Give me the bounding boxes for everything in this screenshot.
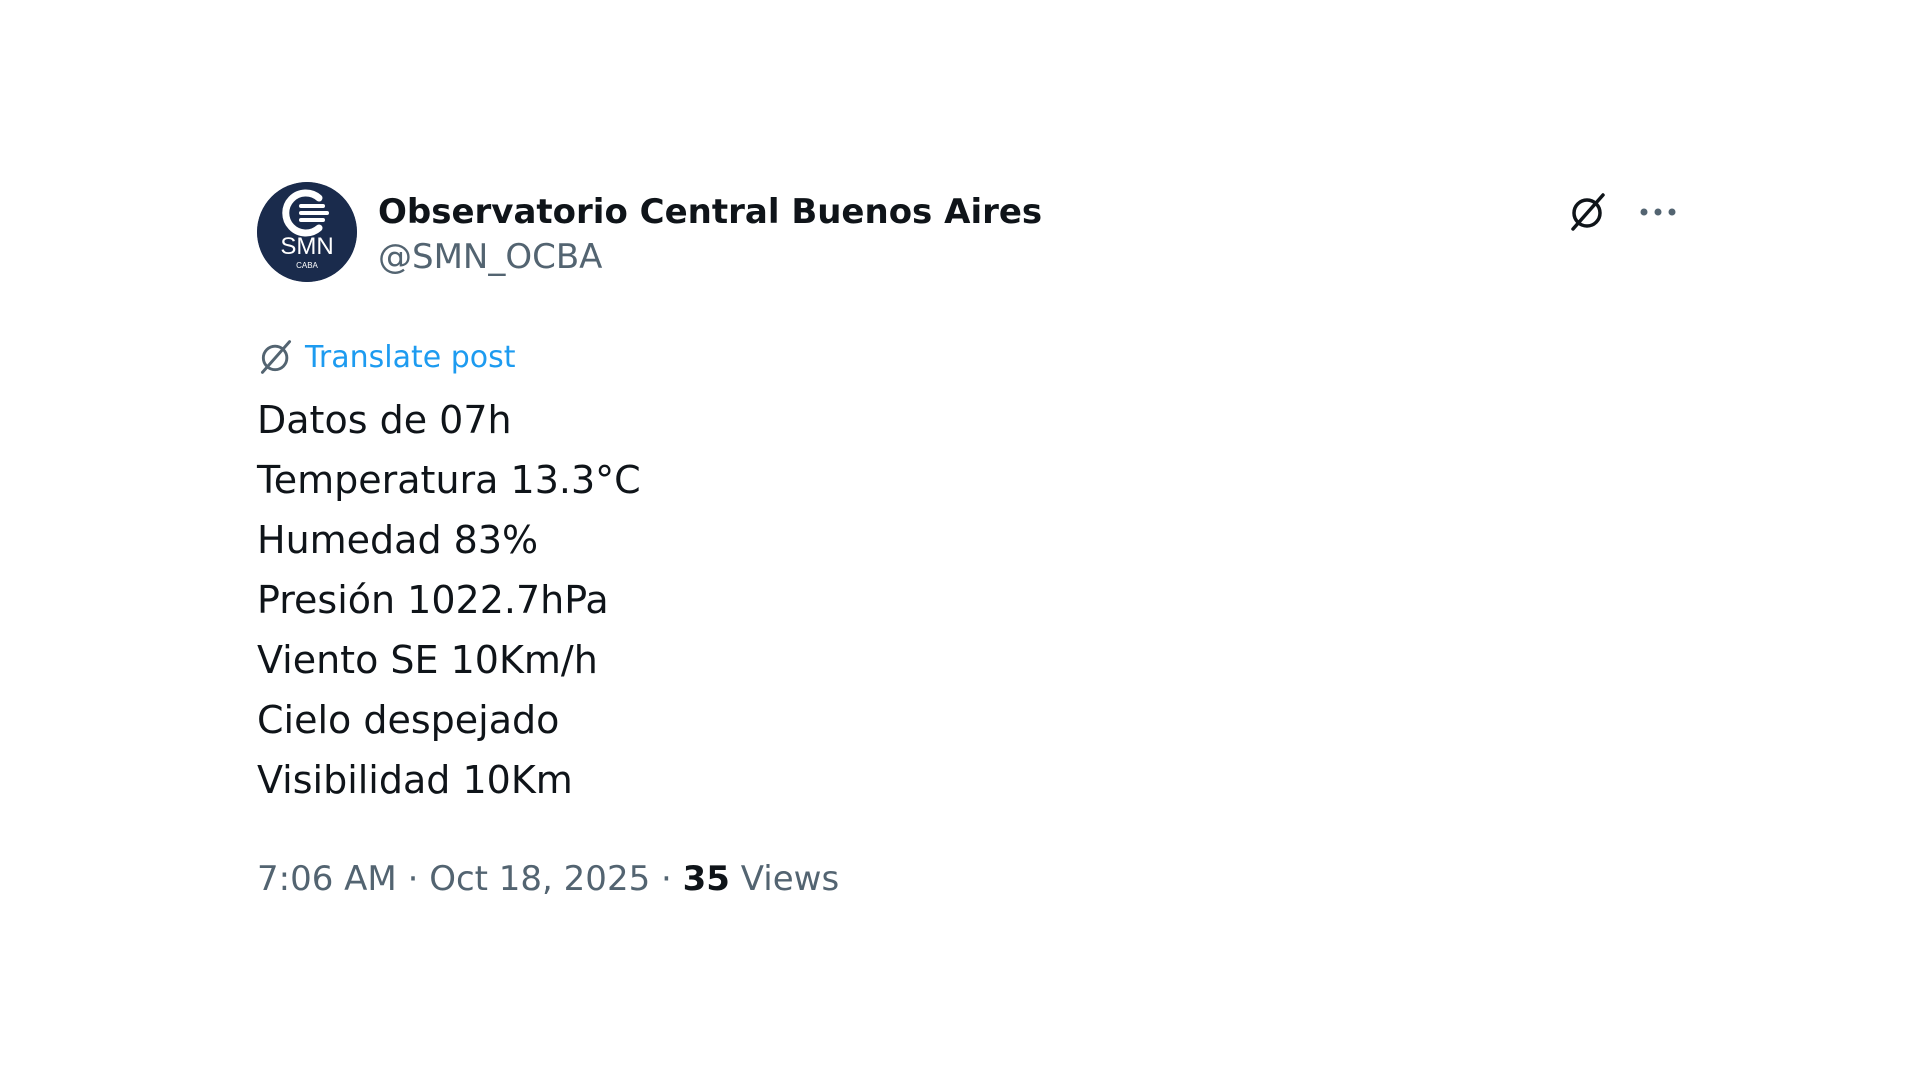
translate-post-link[interactable]: Translate post <box>305 340 516 375</box>
more-icon <box>1640 208 1676 216</box>
post-body: Datos de 07h Temperatura 13.3°C Humedad … <box>257 390 1677 810</box>
post-body-line: Viento SE 10Km/h <box>257 638 598 682</box>
header-actions <box>1563 182 1677 242</box>
post-body-line: Humedad 83% <box>257 518 539 562</box>
avatar[interactable]: SMN CABA <box>257 182 357 282</box>
post-date[interactable]: Oct 18, 2025 <box>429 859 650 899</box>
post: SMN CABA Observatorio Central Buenos Air… <box>257 182 1677 904</box>
avatar-logo-text: SMN <box>280 233 333 260</box>
grok-icon <box>1571 193 1605 231</box>
author-handle[interactable]: @SMN_OCBA <box>378 234 1042 280</box>
post-body-line: Visibilidad 10Km <box>257 758 573 802</box>
grok-button[interactable] <box>1563 187 1613 237</box>
post-header: SMN CABA Observatorio Central Buenos Air… <box>257 182 1677 288</box>
translate-grok-icon <box>255 336 297 378</box>
translate-row: Translate post <box>257 334 1677 380</box>
post-body-line: Datos de 07h <box>257 398 512 442</box>
post-body-line: Temperatura 13.3°C <box>257 458 641 502</box>
post-body-line: Cielo despejado <box>257 698 560 742</box>
avatar-logo-subtext: CABA <box>296 261 318 270</box>
author-names: Observatorio Central Buenos Aires @SMN_O… <box>378 190 1042 280</box>
author-display-name[interactable]: Observatorio Central Buenos Aires <box>378 190 1042 234</box>
post-body-line: Presión 1022.7hPa <box>257 578 609 622</box>
post-meta: 7:06 AM · Oct 18, 2025 · 35 Views <box>257 854 1677 904</box>
meta-separator: · <box>407 859 419 899</box>
meta-separator: · <box>661 859 672 899</box>
smn-logo-icon: SMN CABA <box>257 182 357 282</box>
more-button[interactable] <box>1633 187 1683 237</box>
post-time[interactable]: 7:06 AM <box>257 859 397 899</box>
views-label[interactable]: Views <box>741 859 839 899</box>
views-count[interactable]: 35 <box>683 859 730 899</box>
